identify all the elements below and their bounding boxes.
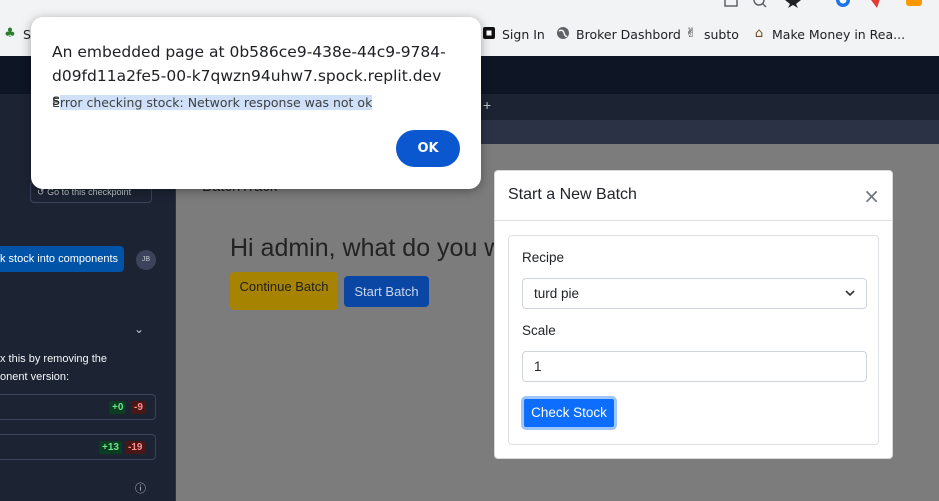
changed-file-row[interactable]: +13 -19 (0, 434, 156, 460)
share-icon[interactable] (722, 0, 742, 8)
bookmark-item-4[interactable]: ✌ subto (683, 26, 739, 42)
bookmark-label: S (23, 26, 31, 42)
star-icon[interactable] (785, 0, 801, 8)
alert-message-highlight: rror checking stock: Network response wa… (59, 95, 373, 110)
recipe-label: Recipe (522, 250, 565, 265)
avatar: JB (136, 250, 156, 270)
bookmark-item-2[interactable]: Sign In (481, 26, 545, 42)
changed-file-row[interactable]: +0 -9 (0, 394, 156, 420)
check-stock-button[interactable]: Check Stock (521, 396, 617, 430)
scale-label: Scale (522, 323, 556, 338)
alert-dialog: An embedded page at 0b586ce9-438e-44c9-9… (31, 17, 481, 189)
bookmark-label: Sign In (502, 26, 545, 42)
chevron-down-icon[interactable]: ⌄ (134, 322, 144, 336)
alert-message: Error checking stock: Network response w… (52, 95, 373, 110)
agent-message: x this by removing the onent version: (0, 350, 107, 386)
info-icon[interactable]: ⓘ (135, 480, 146, 496)
add-tab-icon[interactable]: + (483, 97, 491, 113)
scale-input[interactable]: 1 (522, 351, 867, 382)
modal-header: Start a New Batch × (495, 171, 892, 221)
continue-batch-button[interactable]: Continue Batch (230, 272, 338, 310)
chevron-down-icon (844, 279, 856, 319)
app-icon: ♣ (4, 26, 16, 41)
batch-form: Recipe turd pie Scale 1 Check Stock (508, 235, 879, 445)
additions-badge: +0 (109, 401, 127, 414)
house-icon: ⌂ (754, 26, 764, 41)
bookmark-item-1[interactable]: ♣ S (2, 26, 31, 42)
bookmark-label: Make Money in Rea... (772, 26, 906, 42)
task-chip[interactable]: k stock into components (0, 246, 125, 272)
start-batch-button[interactable]: Start Batch (344, 276, 429, 307)
zoom-icon[interactable] (753, 0, 769, 8)
ok-button[interactable]: OK (396, 130, 460, 167)
start-batch-modal: Start a New Batch × Recipe turd pie Scal… (494, 170, 893, 459)
message-line: x this by removing the (0, 353, 107, 365)
peace-hand-icon: ✌ (685, 26, 697, 41)
deletions-badge: -19 (125, 441, 146, 454)
bookmark-label: subto (704, 26, 739, 42)
globe-icon (555, 26, 571, 42)
deletions-badge: -9 (131, 401, 146, 414)
extension-icon[interactable] (868, 0, 884, 8)
bookmark-item-5[interactable]: ⌂ Make Money in Rea... (751, 26, 905, 42)
message-line: onent version: (0, 371, 70, 383)
recipe-value: turd pie (534, 286, 580, 301)
square-logo-icon (481, 26, 497, 42)
additions-badge: +13 (99, 441, 122, 454)
recipe-select[interactable]: turd pie (522, 278, 867, 309)
bookmark-label: Broker Dashbord (576, 26, 681, 42)
close-icon[interactable]: × (863, 184, 880, 208)
alert-message-prefix: E (52, 95, 60, 110)
extension-icon[interactable] (834, 0, 852, 8)
page-heading: Hi admin, what do you w (230, 234, 503, 262)
bookmark-item-3[interactable]: Broker Dashbord (555, 26, 681, 42)
extension-icon[interactable] (905, 0, 923, 8)
modal-title: Start a New Batch (508, 186, 637, 203)
